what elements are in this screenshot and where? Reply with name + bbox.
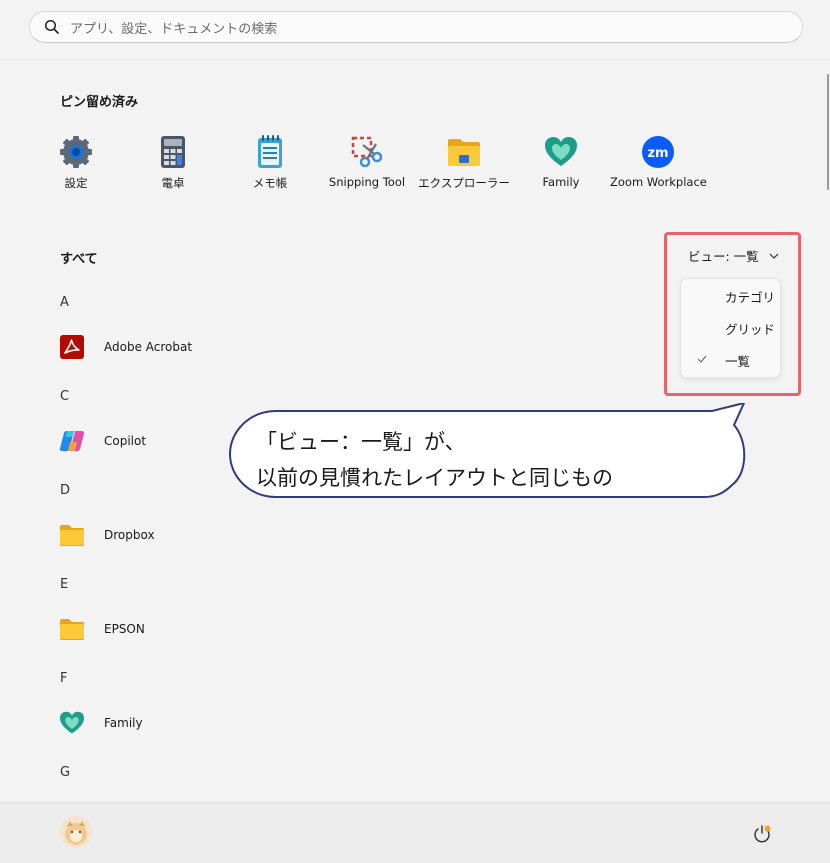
pinned-apps: 設定 電卓 メモ帳 Snipping Tool エクスプローラー Family … (30, 128, 730, 198)
pinned-item-label: Zoom Workplace (610, 175, 707, 189)
folder-icon (58, 521, 86, 549)
view-option-label: カテゴリ (725, 289, 776, 305)
app-adobe-acrobat[interactable]: Adobe Acrobat (58, 330, 358, 364)
pinned-item-calculator[interactable]: 電卓 (125, 128, 221, 191)
pinned-item-label: 設定 (64, 176, 88, 190)
view-option-list[interactable]: 一覧 (681, 345, 780, 375)
start-footer (0, 802, 830, 863)
app-epson[interactable]: EPSON (58, 612, 358, 646)
calculator-icon (155, 134, 191, 170)
search-input[interactable]: アプリ、設定、ドキュメントの検索 (29, 11, 803, 43)
app-name: Copilot (104, 434, 147, 448)
app-name: Dropbox (104, 528, 155, 542)
pinned-item-label: Family (542, 175, 580, 189)
snipping-tool-icon (349, 134, 385, 170)
notepad-icon (252, 134, 288, 170)
checkmark-icon (697, 355, 707, 363)
pinned-item-label: エクスプローラー (418, 176, 510, 190)
view-option-grid[interactable]: グリッド (681, 313, 780, 343)
view-option-label: グリッド (725, 321, 776, 337)
callout-line-2: 以前の見慣れたレイアウトと同じもの (256, 466, 613, 490)
pinned-title: ピン留め済み (60, 95, 139, 110)
svg-text:zm: zm (647, 146, 668, 161)
family-heart-icon (543, 134, 579, 170)
chevron-down-icon (769, 253, 779, 259)
power-icon[interactable] (752, 824, 772, 844)
all-apps-title: すべて (60, 252, 98, 267)
group-letter-g[interactable]: G (60, 765, 70, 780)
folder-icon (58, 615, 86, 643)
pinned-item-notepad[interactable]: メモ帳 (222, 128, 318, 191)
pinned-item-explorer[interactable]: エクスプローラー (416, 128, 512, 191)
pinned-item-snipping-tool[interactable]: Snipping Tool (319, 128, 415, 189)
view-dropdown-button[interactable]: ビュー: 一覧 (688, 246, 779, 265)
search-placeholder: アプリ、設定、ドキュメントの検索 (70, 21, 278, 37)
pinned-item-zoom[interactable]: zm Zoom Workplace (610, 128, 707, 189)
search-icon (44, 19, 59, 34)
view-option-label: 一覧 (725, 353, 751, 369)
app-name: Adobe Acrobat (104, 340, 193, 354)
group-letter-c[interactable]: C (60, 389, 69, 404)
pinned-item-label: 電卓 (161, 176, 185, 190)
user-avatar[interactable] (60, 816, 92, 848)
view-option-category[interactable]: カテゴリ (681, 281, 780, 311)
app-family[interactable]: Family (58, 706, 358, 740)
pinned-item-label: メモ帳 (252, 176, 288, 190)
copilot-icon (58, 427, 86, 455)
folder-icon (446, 134, 482, 170)
callout-line-1: 「ビュー：一覧」が、 (256, 430, 466, 454)
search-bar-area: アプリ、設定、ドキュメントの検索 (0, 0, 830, 60)
view-button-label: ビュー: 一覧 (688, 249, 759, 264)
group-letter-d[interactable]: D (60, 483, 70, 498)
scrollbar[interactable] (827, 74, 829, 190)
callout-text: 「ビュー：一覧」が、 以前の見慣れたレイアウトと同じもの (256, 424, 613, 496)
zoom-icon: zm (640, 134, 676, 170)
acrobat-icon (58, 333, 86, 361)
group-letter-f[interactable]: F (60, 671, 67, 686)
app-name: Family (104, 716, 143, 730)
group-letter-a[interactable]: A (60, 295, 69, 310)
pinned-item-settings[interactable]: 設定 (28, 128, 124, 191)
app-name: EPSON (104, 622, 145, 636)
pinned-item-family[interactable]: Family (513, 128, 609, 189)
pinned-item-label: Snipping Tool (328, 175, 406, 189)
gear-icon (58, 134, 94, 170)
family-heart-icon (58, 709, 86, 737)
group-letter-e[interactable]: E (60, 577, 68, 592)
view-menu: カテゴリ グリッド 一覧 (680, 278, 781, 378)
app-dropbox[interactable]: Dropbox (58, 518, 358, 552)
